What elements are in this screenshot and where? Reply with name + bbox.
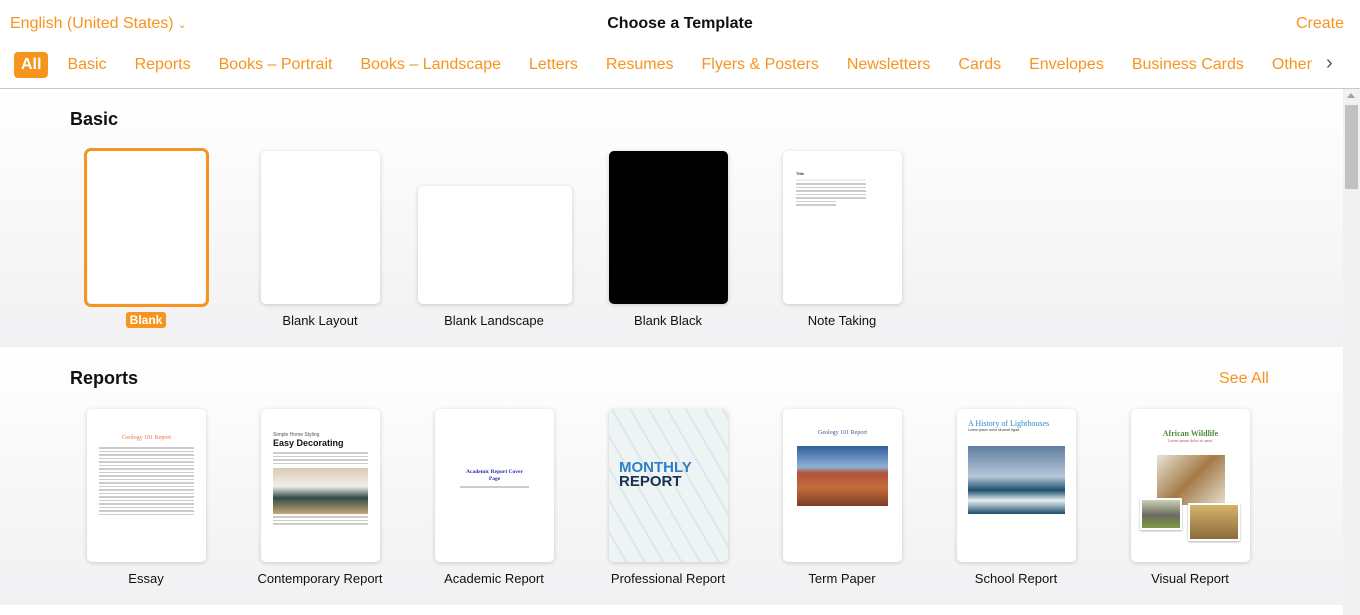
template-professional-report[interactable]: MONTHLY REPORT Professional Report — [581, 404, 755, 594]
template-label: Academic Report — [444, 571, 544, 586]
thumb-image — [968, 446, 1065, 514]
language-selector[interactable]: English (United States) ⌄ — [10, 15, 187, 33]
tab-reports[interactable]: Reports — [129, 52, 197, 78]
thumb-image — [1140, 498, 1182, 530]
language-label: English (United States) — [10, 15, 174, 32]
tab-books-landscape[interactable]: Books – Landscape — [354, 52, 507, 78]
thumb-title-2: REPORT — [619, 473, 682, 490]
category-tabs: All Basic Reports Books – Portrait Books – L… — [14, 52, 1324, 78]
thumb-title: Academic Report Cover Page — [466, 469, 523, 482]
chevron-down-icon: ⌄ — [177, 19, 187, 31]
template-visual-report[interactable]: African Wildlife Lorem ipsum dolor sit a… — [1103, 404, 1277, 594]
tab-basic[interactable]: Basic — [61, 52, 112, 78]
thumb-subtitle: Lorem ipsum dolor sit amet. — [1167, 438, 1214, 443]
thumb-image — [1188, 503, 1240, 541]
template-label: Blank — [125, 312, 167, 328]
template-contemporary-report[interactable]: Simple Home Styling Easy Decorating Cont… — [233, 404, 407, 594]
thumb-title: Geology 101 Report — [818, 430, 867, 436]
template-label: Note Taking — [807, 313, 877, 328]
template-blank-black[interactable]: Blank Black — [581, 146, 755, 336]
template-essay[interactable]: Geology 101 Report Essay — [59, 404, 233, 594]
tab-resumes[interactable]: Resumes — [600, 52, 680, 78]
template-label: Professional Report — [610, 571, 726, 586]
section-title: Basic — [70, 109, 119, 129]
tab-business-cards[interactable]: Business Cards — [1126, 52, 1250, 78]
template-label: Visual Report — [1151, 571, 1229, 586]
tab-envelopes[interactable]: Envelopes — [1023, 52, 1110, 78]
tab-other[interactable]: Other — [1266, 52, 1318, 78]
create-button[interactable]: Create — [1296, 15, 1344, 33]
thumb-title: Geology 101 Report — [122, 435, 171, 441]
tab-cards[interactable]: Cards — [952, 52, 1007, 78]
scroll-up-icon[interactable] — [1347, 93, 1355, 98]
template-blank[interactable]: Blank — [59, 146, 233, 336]
thumb-title: A History of Lighthouses — [968, 419, 1050, 428]
tab-newsletters[interactable]: Newsletters — [841, 52, 937, 78]
template-label: Blank Black — [634, 313, 702, 328]
tab-all[interactable]: All — [14, 52, 49, 78]
scrollbar-thumb[interactable] — [1345, 105, 1358, 189]
vertical-scrollbar[interactable] — [1343, 89, 1360, 615]
template-school-report[interactable]: A History of Lighthouses Lorem ipsum dol… — [929, 404, 1103, 594]
page-title: Choose a Template — [607, 15, 753, 32]
thumb-title: Easy Decorating — [273, 438, 344, 448]
template-label: Essay — [128, 571, 164, 586]
template-label: Blank Layout — [282, 313, 358, 328]
template-note-taking[interactable]: Title Note Taking — [755, 146, 929, 336]
template-academic-report[interactable]: Academic Report Cover Page Academic Repo… — [407, 404, 581, 594]
chevron-right-icon[interactable]: › — [1326, 52, 1333, 75]
thumb-image — [797, 446, 888, 506]
template-label: School Report — [974, 571, 1058, 586]
template-label: Blank Landscape — [444, 313, 544, 328]
thumb-image — [273, 468, 368, 514]
tab-flyers-posters[interactable]: Flyers & Posters — [695, 52, 824, 78]
template-label: Term Paper — [808, 571, 876, 586]
see-all-link[interactable]: See All — [1219, 370, 1269, 388]
thumb-subtitle: Lorem ipsum dolor sit amet ligula — [968, 428, 1020, 432]
template-blank-landscape[interactable]: Blank Landscape — [407, 146, 581, 336]
template-blank-layout[interactable]: Blank Layout — [233, 146, 407, 336]
template-label: Contemporary Report — [257, 571, 383, 586]
template-term-paper[interactable]: Geology 101 Report Term Paper — [755, 404, 929, 594]
tab-books-portrait[interactable]: Books – Portrait — [213, 52, 339, 78]
section-title: Reports — [70, 368, 139, 388]
tab-letters[interactable]: Letters — [523, 52, 584, 78]
thumb-title: African Wildlife — [1162, 429, 1219, 438]
thumb-title: Title — [796, 171, 805, 176]
